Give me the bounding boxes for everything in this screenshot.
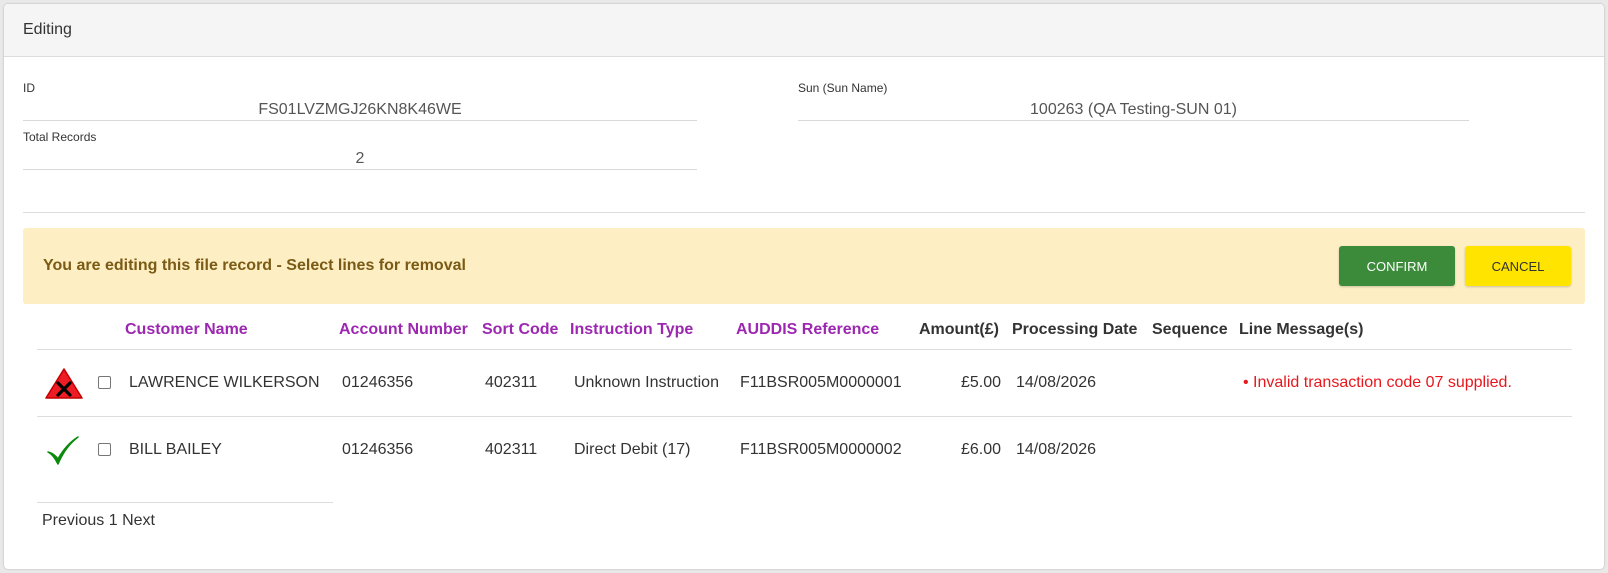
column-line-messages: Line Message(s) xyxy=(1239,321,1364,338)
pagination-divider xyxy=(37,502,333,503)
alert-message: You are editing this file record - Selec… xyxy=(43,257,466,274)
column-account-number[interactable]: Account Number xyxy=(339,314,468,350)
next-page-link[interactable]: Next xyxy=(122,512,155,529)
sort-code-cell: 402311 xyxy=(485,441,538,458)
column-instruction-type[interactable]: Instruction Type xyxy=(570,314,693,350)
auddis-reference-cell: F11BSR005M0000002 xyxy=(740,441,902,458)
customer-name-cell: LAWRENCE WILKERSON xyxy=(129,374,320,391)
column-customer-name[interactable]: Customer Name xyxy=(125,314,248,350)
row-select-checkbox[interactable] xyxy=(98,443,111,456)
account-number-cell: 01246356 xyxy=(342,441,414,458)
instruction-type-cell: Unknown Instruction xyxy=(574,374,719,391)
section-divider xyxy=(23,212,1585,213)
panel-header: Editing xyxy=(4,4,1604,57)
id-field: ID FS01LVZMGJ26KN8K46WE xyxy=(23,81,697,121)
instruction-type-cell: Direct Debit (17) xyxy=(574,441,691,458)
line-message-cell: • Invalid transaction code 07 supplied. xyxy=(1243,374,1512,391)
id-value: FS01LVZMGJ26KN8K46WE xyxy=(23,99,697,121)
column-amount: Amount(£) xyxy=(919,321,999,338)
previous-page-link[interactable]: Previous xyxy=(42,512,104,529)
auddis-reference-cell: F11BSR005M0000001 xyxy=(740,374,902,391)
total-records-field: Total Records 2 xyxy=(23,130,697,170)
amount-cell: £6.00 xyxy=(960,441,1001,458)
row-select-checkbox[interactable] xyxy=(98,376,111,389)
processing-date-cell: 14/08/2026 xyxy=(1016,441,1097,458)
sun-label: Sun (Sun Name) xyxy=(798,81,888,95)
customer-name-cell: BILL BAILEY xyxy=(129,441,222,458)
sort-code-cell: 402311 xyxy=(485,374,538,391)
table-header: Customer Name Account Number Sort Code I… xyxy=(37,314,1572,350)
processing-date-cell: 14/08/2026 xyxy=(1016,374,1097,391)
total-records-value: 2 xyxy=(23,148,697,170)
account-number-cell: 01246356 xyxy=(342,374,414,391)
edit-alert: You are editing this file record - Selec… xyxy=(23,228,1585,304)
cancel-button[interactable]: CANCEL xyxy=(1465,246,1571,286)
amount-cell: £5.00 xyxy=(960,374,1001,391)
column-processing-date: Processing Date xyxy=(1012,321,1138,338)
current-page-number[interactable]: 1 xyxy=(109,512,118,529)
record-fields: ID FS01LVZMGJ26KN8K46WE Sun (Sun Name) 1… xyxy=(4,57,1604,217)
records-table: Customer Name Account Number Sort Code I… xyxy=(37,314,1572,483)
pagination: Previous 1 Next xyxy=(42,512,155,530)
checkmark-icon xyxy=(47,436,79,465)
panel-title: Editing xyxy=(23,21,72,38)
editing-panel: Editing ID FS01LVZMGJ26KN8K46WE Sun (Sun… xyxy=(4,4,1604,569)
error-x-triangle-icon xyxy=(45,368,83,399)
table-row: BILL BAILEY 01246356 402311 Direct Debit… xyxy=(37,417,1572,483)
confirm-button[interactable]: CONFIRM xyxy=(1339,246,1455,286)
table-row: LAWRENCE WILKERSON 01246356 402311 Unkno… xyxy=(37,350,1572,417)
column-auddis-reference[interactable]: AUDDIS Reference xyxy=(736,314,879,350)
sun-value: 100263 (QA Testing-SUN 01) xyxy=(798,99,1469,121)
column-sequence: Sequence xyxy=(1152,321,1228,338)
id-label: ID xyxy=(23,81,35,95)
total-records-label: Total Records xyxy=(23,130,97,144)
sun-field: Sun (Sun Name) 100263 (QA Testing-SUN 01… xyxy=(798,81,1469,121)
column-sort-code[interactable]: Sort Code xyxy=(482,314,558,350)
